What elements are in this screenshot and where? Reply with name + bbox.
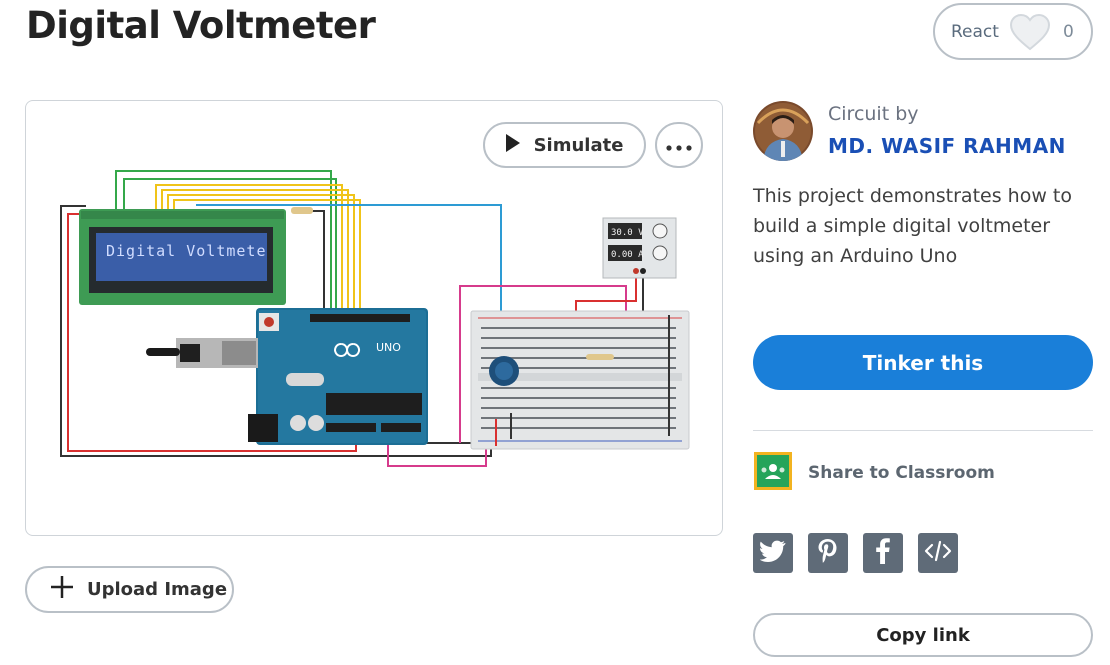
project-description: This project demonstrates how to build a…: [753, 185, 1072, 267]
pinterest-icon: [817, 538, 839, 568]
divider: [753, 430, 1093, 431]
project-page: Digital Voltmeter React 0 Digital Voltme…: [0, 0, 1110, 665]
board-label: UNO: [376, 341, 401, 354]
facebook-icon: [876, 538, 890, 568]
social-share-bar: [753, 533, 958, 573]
tinker-this-button[interactable]: Tinker this: [753, 335, 1093, 390]
embed-share-button[interactable]: [918, 533, 958, 573]
facebook-share-button[interactable]: [863, 533, 903, 573]
more-dots-icon: [666, 136, 692, 155]
react-count: 0: [1062, 21, 1074, 42]
react-label: React: [951, 21, 999, 42]
twitter-icon: [759, 540, 786, 566]
circuit-preview[interactable]: Digital Voltmete UNO 30.0 V 0.00 A Simul…: [25, 100, 723, 536]
author-name-link[interactable]: MD. WASIF RAHMAN: [828, 134, 1066, 158]
plus-icon: [49, 574, 75, 605]
circuit-by-label: Circuit by: [828, 103, 919, 125]
psu-voltage: 30.0 V: [611, 228, 644, 238]
twitter-share-button[interactable]: [753, 533, 793, 573]
embed-code-icon: [924, 539, 952, 567]
author-avatar[interactable]: [753, 101, 813, 161]
simulate-button[interactable]: Simulate: [483, 122, 646, 168]
lcd-display-text: Digital Voltmete: [106, 242, 267, 260]
share-to-classroom-label: Share to Classroom: [808, 463, 995, 483]
psu-current: 0.00 A: [611, 250, 644, 260]
react-button[interactable]: React 0: [933, 3, 1093, 60]
simulate-label: Simulate: [533, 134, 624, 156]
copy-link-button[interactable]: Copy link: [753, 613, 1093, 657]
project-title: Digital Voltmeter: [26, 4, 376, 47]
pinterest-share-button[interactable]: [808, 533, 848, 573]
upload-image-label: Upload Image: [87, 579, 228, 600]
share-to-classroom-button[interactable]: Share to Classroom: [753, 451, 995, 495]
heart-icon: [1009, 13, 1051, 51]
upload-image-button[interactable]: Upload Image: [25, 566, 234, 613]
more-options-button[interactable]: [655, 122, 703, 168]
play-icon: [505, 133, 520, 157]
google-classroom-icon: [753, 451, 793, 495]
